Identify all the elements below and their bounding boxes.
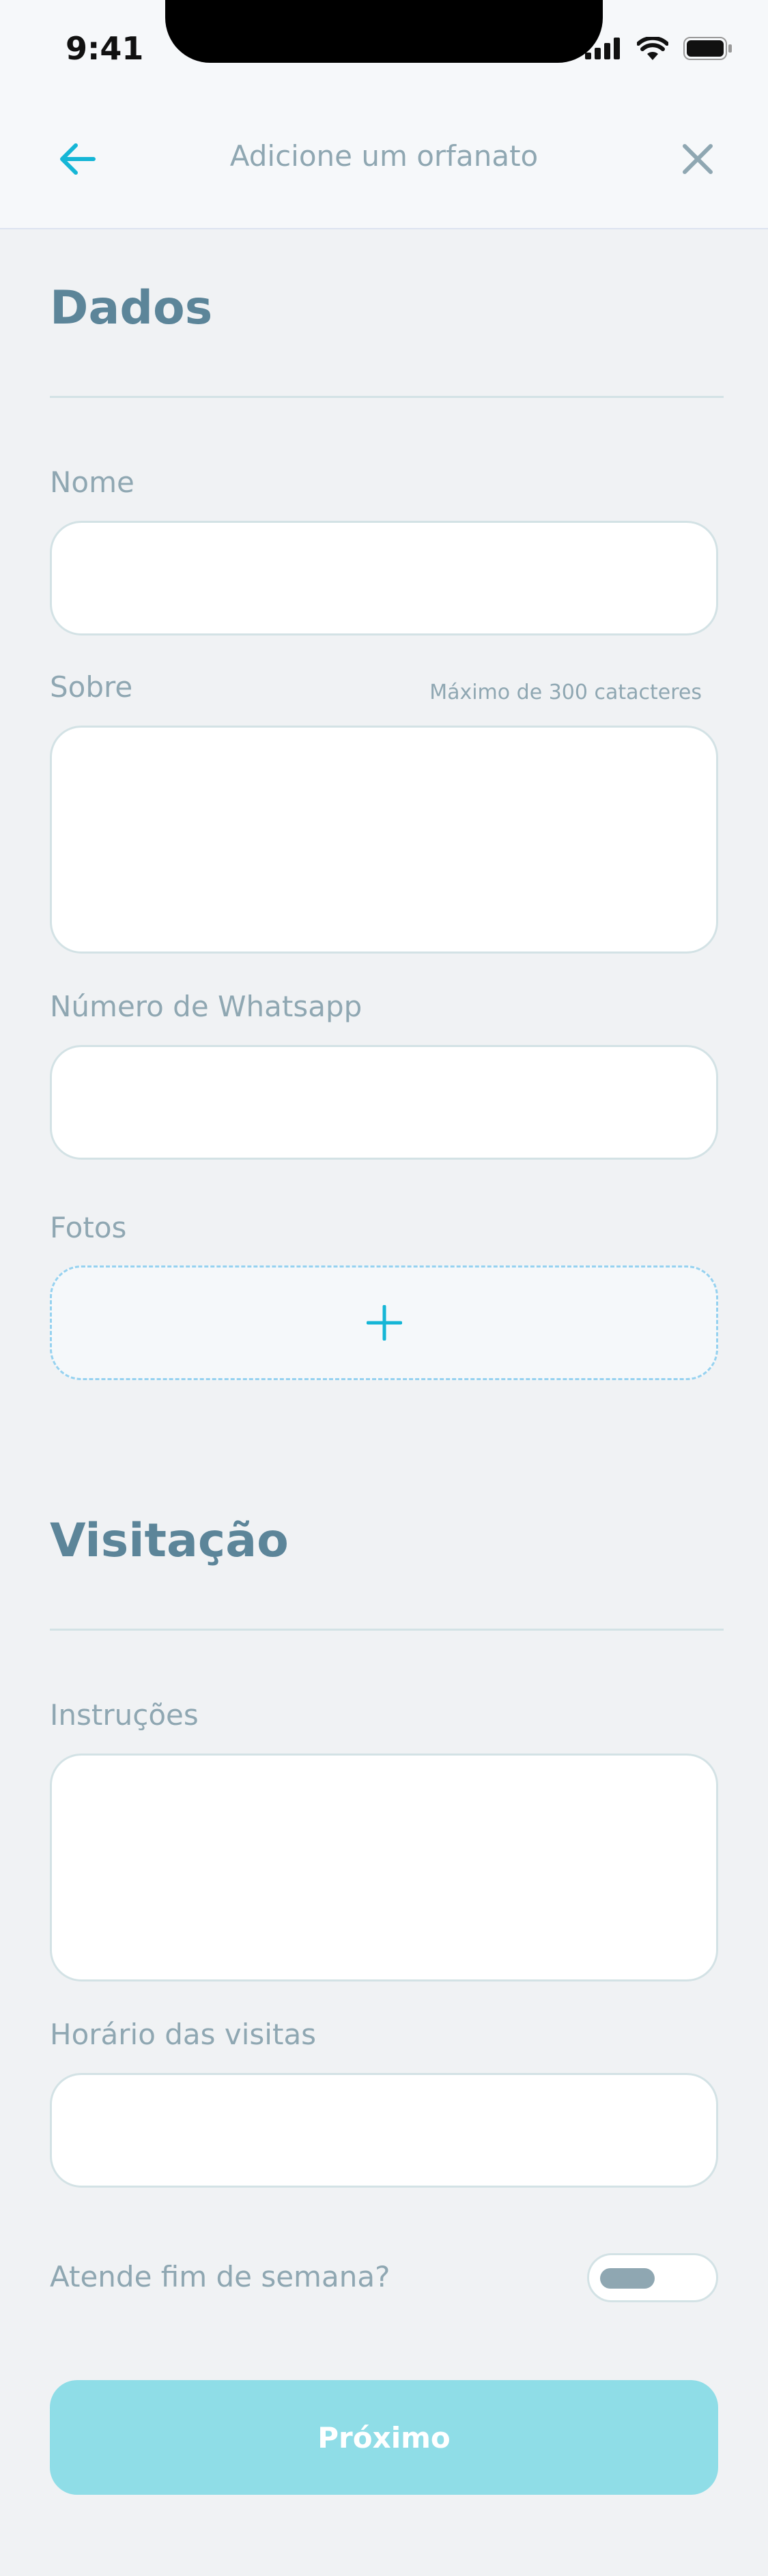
close-button[interactable] <box>674 135 722 183</box>
app-header: Adicione um orfanato <box>0 90 768 229</box>
horario-label: Horário das visitas <box>50 2018 317 2051</box>
close-icon <box>683 144 713 174</box>
instrucoes-textarea[interactable] <box>50 1754 718 1981</box>
status-icons <box>585 37 733 60</box>
fim-de-semana-label: Atende fim de semana? <box>50 2260 390 2293</box>
nome-label: Nome <box>50 466 134 499</box>
sobre-char-limit-hint: Máximo de 300 catacteres <box>429 681 702 704</box>
device-notch <box>165 0 603 63</box>
status-time: 9:41 <box>66 30 144 67</box>
page-title: Adicione um orfanato <box>229 139 539 173</box>
sobre-label: Sobre <box>50 670 133 704</box>
horario-input[interactable] <box>50 2073 718 2188</box>
instrucoes-label: Instruções <box>50 1698 199 1732</box>
nome-input[interactable] <box>50 521 718 635</box>
plus-icon <box>366 1305 402 1341</box>
section-title-visitacao: Visitação <box>50 1514 289 1568</box>
fim-de-semana-toggle[interactable] <box>587 2253 718 2302</box>
wifi-icon <box>637 37 668 60</box>
sobre-textarea[interactable] <box>50 726 718 954</box>
section-title-dados: Dados <box>50 281 213 335</box>
section-divider <box>50 1629 724 1631</box>
section-divider <box>50 396 724 398</box>
next-button[interactable]: Próximo <box>50 2380 718 2495</box>
signal-icon <box>585 38 620 59</box>
whatsapp-input[interactable] <box>50 1045 718 1160</box>
fotos-label: Fotos <box>50 1211 127 1244</box>
whatsapp-label: Número de Whatsapp <box>50 990 362 1023</box>
add-photo-button[interactable] <box>50 1265 718 1380</box>
status-bar: 9:41 <box>0 0 768 90</box>
battery-icon <box>683 37 732 60</box>
toggle-knob <box>600 2268 655 2289</box>
